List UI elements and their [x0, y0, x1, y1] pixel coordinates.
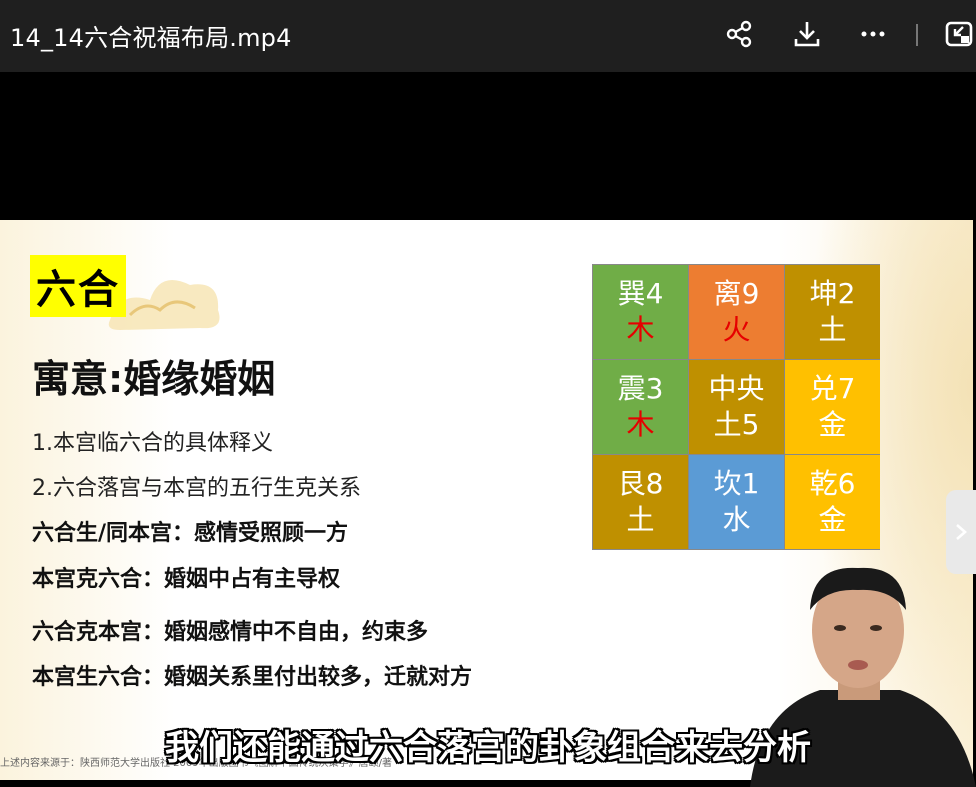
grid-cell: 坎1 水 [689, 455, 784, 549]
slide-line-6: 本宫生六合：婚姻关系里付出较多，迁就对方 [32, 665, 473, 690]
slide-line-5: 六合克本宫：婚姻感情中不自由，约束多 [32, 620, 429, 645]
video-player[interactable]: 六合 寓意:婚缘婚姻 1.本宫临六合的具体释义 2.六合落宫与本宫的五行生克关系… [0, 72, 976, 787]
toolbar-divider [916, 24, 918, 46]
grid-cell-element: 土5 [713, 408, 760, 441]
grid-cell: 巽4 木 [593, 265, 688, 359]
grid-cell-element: 金 [818, 408, 847, 441]
grid-cell-name: 坤2 [809, 277, 856, 310]
grid-cell-element: 土 [626, 503, 655, 536]
grid-cell-name: 巽4 [617, 277, 664, 310]
grid-cell: 乾6 金 [785, 455, 880, 549]
more-icon[interactable] [855, 16, 891, 52]
grid-cell-name: 离9 [713, 277, 760, 310]
grid-cell: 离9 火 [689, 265, 784, 359]
slide-line-4: 本宫克六合：婚姻中占有主导权 [32, 567, 341, 592]
video-title: 14_14六合祝福布局.mp4 [10, 24, 292, 52]
grid-cell: 兑7 金 [785, 360, 880, 454]
share-icon[interactable] [721, 16, 757, 52]
grid-cell: 震3 木 [593, 360, 688, 454]
next-button[interactable] [946, 490, 976, 574]
grid-cell-name: 兑7 [809, 372, 856, 405]
download-icon[interactable] [789, 16, 825, 52]
grid-cell-name: 坎1 [713, 467, 760, 500]
grid-cell-element: 金 [818, 503, 847, 536]
grid-cell-element: 木 [626, 408, 655, 441]
grid-cell-element: 木 [626, 313, 655, 346]
grid-cell-element: 水 [722, 503, 751, 536]
nine-palace-grid: 巽4 木离9 火坤2 土震3 木中央 土5 兑7 金艮8 土坎1 水乾6 金 [592, 264, 880, 550]
grid-cell-element: 火 [722, 313, 751, 346]
chevron-right-icon [956, 524, 967, 540]
grid-cell: 中央 土5 [689, 360, 784, 454]
grid-cell: 艮8 土 [593, 455, 688, 549]
subtitle-caption: 我们还能通过六合落宫的卦象组合来去分析 [165, 728, 811, 768]
grid-cell-name: 震3 [617, 372, 664, 405]
exit-fullscreen-icon[interactable] [942, 16, 976, 52]
slide-line-3: 六合生/同本宫：感情受照顾一方 [32, 521, 349, 546]
slide-line-1: 1.本宫临六合的具体释义 [32, 431, 273, 456]
slide-meaning: 寓意:婚缘婚姻 [32, 357, 276, 401]
grid-cell-element: 土 [818, 313, 847, 346]
top-bar: 14_14六合祝福布局.mp4 [0, 0, 976, 72]
grid-cell-name: 艮8 [617, 467, 664, 500]
grid-cell-name: 乾6 [809, 467, 856, 500]
slide-line-2: 2.六合落宫与本宫的五行生克关系 [32, 476, 361, 501]
slide-tag: 六合 [30, 255, 126, 317]
grid-cell: 坤2 土 [785, 265, 880, 359]
grid-cell-name: 中央 [708, 372, 765, 405]
